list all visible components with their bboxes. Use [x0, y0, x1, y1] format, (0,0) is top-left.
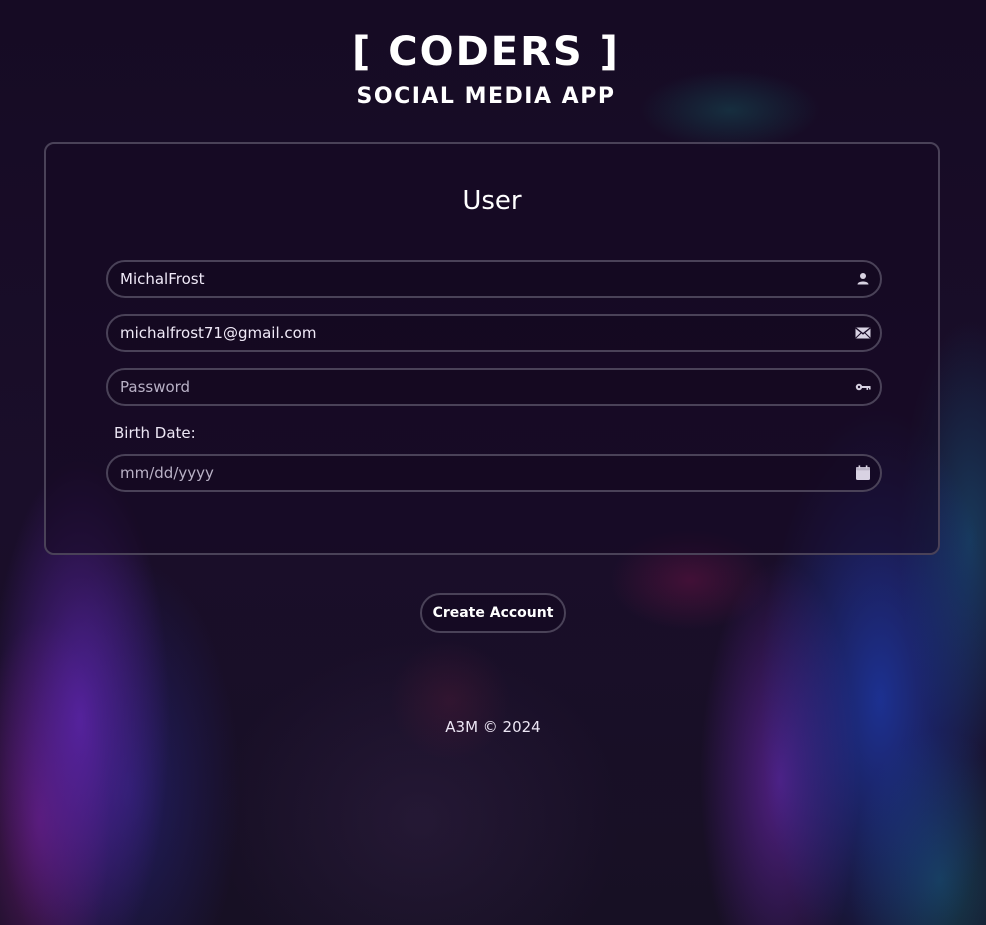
footer-copyright: A3M © 2024	[445, 718, 541, 736]
username-input[interactable]	[120, 262, 840, 296]
username-field[interactable]	[106, 260, 882, 298]
user-icon	[857, 273, 869, 285]
email-input[interactable]	[120, 316, 840, 350]
app-subtitle: SOCIAL MEDIA APP	[356, 84, 616, 109]
user-form-card: User Birth Date:	[44, 142, 940, 555]
header: [ CODERS ] SOCIAL MEDIA APP	[0, 28, 986, 112]
birth-date-input[interactable]	[120, 456, 840, 490]
email-field[interactable]	[106, 314, 882, 352]
birth-date-label: Birth Date:	[114, 424, 196, 442]
create-account-button[interactable]: Create Account	[420, 593, 566, 633]
envelope-icon	[855, 327, 871, 339]
brand-title: [ CODERS ]	[352, 29, 620, 75]
password-field[interactable]	[106, 368, 882, 406]
form-title: User	[462, 186, 522, 216]
calendar-icon	[856, 465, 870, 480]
password-input[interactable]	[120, 370, 840, 404]
birth-date-field[interactable]	[106, 454, 882, 492]
key-icon	[855, 383, 871, 391]
